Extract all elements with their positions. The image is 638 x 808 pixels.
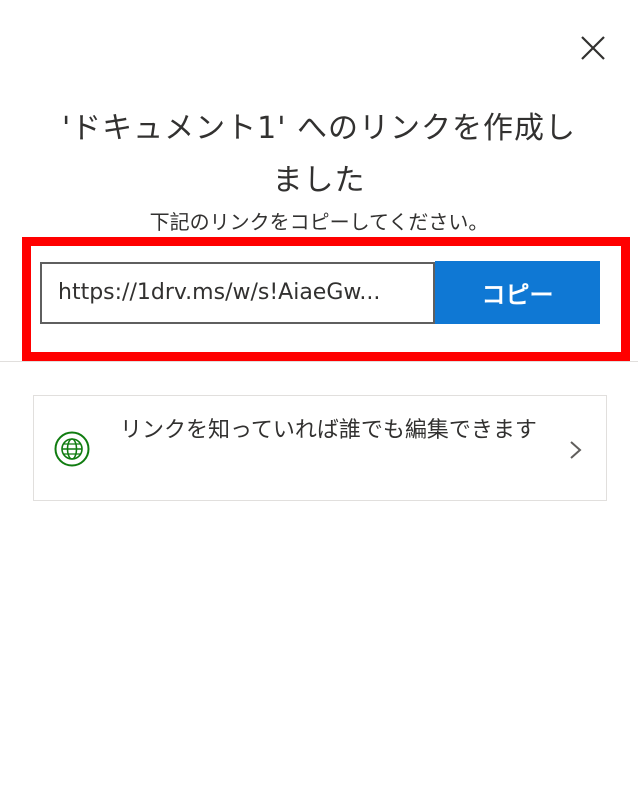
dialog-title-line1: 'ドキュメント1' へのリンクを作成し: [61, 111, 577, 146]
link-settings-label: リンクを知っていれば誰でも編集できます: [120, 418, 537, 443]
copy-button[interactable]: コピー: [435, 261, 600, 324]
link-settings-button[interactable]: リンクを知っていれば誰でも編集できます: [33, 395, 607, 501]
dialog-title-line2: ました: [272, 163, 366, 198]
close-icon: [581, 36, 605, 60]
close-button[interactable]: [578, 33, 608, 63]
globe-icon: [54, 431, 90, 467]
link-url-field[interactable]: https://1drv.ms/w/s!AiaeGw...: [40, 262, 435, 324]
divider: [0, 361, 638, 362]
share-link-dialog: 'ドキュメント1' へのリンクを作成し ました 下記のリンクをコピーしてください…: [0, 0, 638, 808]
chevron-right-icon: [570, 441, 582, 459]
dialog-title: 'ドキュメント1' へのリンクを作成し ました: [30, 103, 608, 207]
dialog-subtitle: 下記のリンクをコピーしてください。: [149, 210, 489, 234]
